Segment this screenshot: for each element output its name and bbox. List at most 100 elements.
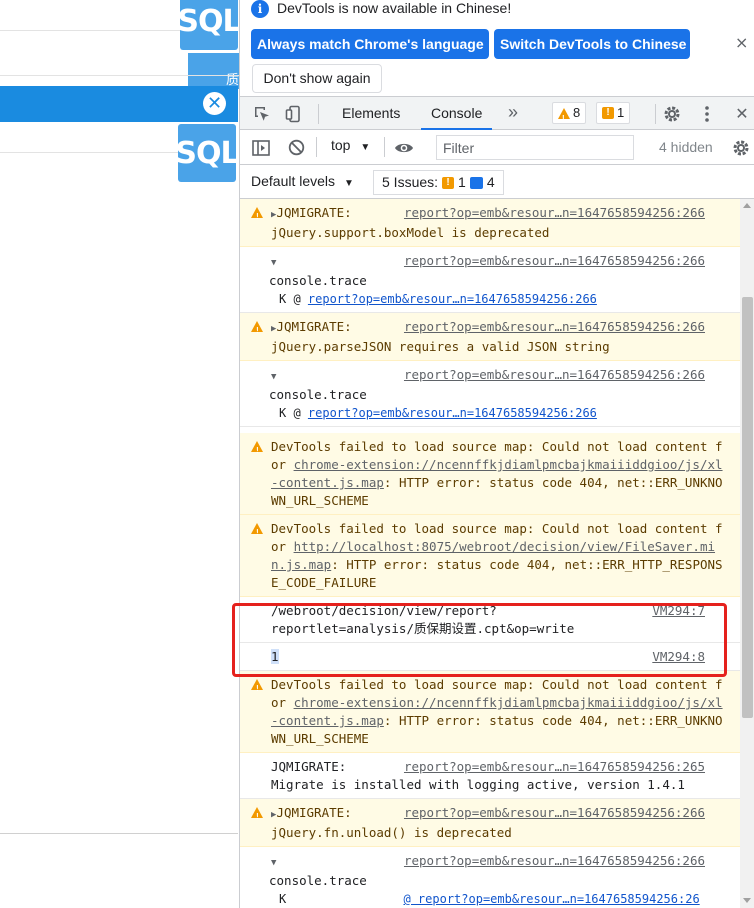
device-toolbar-icon[interactable] [282,97,306,130]
warnings-count: 8 [573,105,581,120]
console-toolbar: top ▼ 4 hidden [240,130,754,165]
clear-console-icon[interactable] [285,130,307,165]
separator [384,137,385,157]
source-link[interactable]: report?op=emb&resour…n=1647658594256:266 [404,366,705,384]
background-page: SQL 质 ✕ SQL [0,0,240,908]
console-warning[interactable]: DevTools failed to load source map: Coul… [240,515,740,597]
source-link[interactable]: VM294:7 [652,602,705,620]
console-warning[interactable]: ▶JQMIGRATE: report?op=emb&resour…n=16476… [240,199,740,247]
log-levels-label: Default levels [251,173,336,189]
more-options-icon[interactable] [695,97,719,130]
console-warning[interactable]: DevTools failed to load source map: Coul… [240,433,740,515]
stack-frame-link[interactable]: @ report?op=emb&resour…n=1647658594256:2… [403,892,699,906]
console-warning[interactable]: ▶JQMIGRATE: report?op=emb&resour…n=16476… [240,799,740,847]
console-log[interactable]: VM294:8 1 [240,643,740,671]
stack-frame-link[interactable]: report?op=emb&resour…n=1647658594256:266 [308,292,597,306]
collapse-triangle-icon[interactable]: ▼ [271,372,276,382]
issues-count: 1 [617,105,625,120]
dropdown-arrow-icon: ▼ [343,178,354,189]
context-value: top [331,137,351,153]
tab-console[interactable]: Console [421,97,493,130]
source-link[interactable]: report?op=emb&resour…n=1647658594256:266 [404,252,705,270]
log-levels-dropdown[interactable]: Default levels ▼ [251,173,354,189]
match-language-button[interactable]: Always match Chrome's language [251,29,489,59]
switch-to-chinese-button[interactable]: Switch DevTools to Chinese [494,29,690,59]
console-log[interactable]: report?op=emb&resour…n=1647658594256:265… [240,753,740,799]
sql-icon[interactable]: SQL [177,0,240,50]
info-issues-count: 4 [486,174,495,190]
warning-icon [251,679,263,698]
issues-badge[interactable]: ! 1 [596,102,631,124]
console-trace[interactable]: ▼ report?op=emb&resour…n=1647658594256:2… [240,847,740,908]
console-trace[interactable]: ▼ report?op=emb&resour…n=1647658594256:2… [240,361,740,427]
hidden-messages-count: 4 hidden [659,139,713,155]
message-prefix: JQMIGRATE: [276,805,352,820]
separator [655,104,656,124]
stack-frame-link[interactable]: report?op=emb&resour…n=1647658594256:266 [308,406,597,420]
collapse-triangle-icon[interactable]: ▼ [271,258,276,268]
separator [316,137,317,157]
dialog-close-icon[interactable]: ✕ [203,92,226,115]
side-tab[interactable]: 质 [188,53,240,89]
sidebar-toggle-icon[interactable] [250,130,272,165]
collapse-triangle-icon[interactable]: ▼ [271,858,276,868]
language-infobar: i DevTools is now available in Chinese! … [240,0,754,97]
dialog-bottom-edge [0,833,238,834]
sql-icon[interactable]: SQL [175,124,240,182]
source-link[interactable]: report?op=emb&resour…n=1647658594256:266 [404,318,705,336]
dont-show-again-button[interactable]: Don't show again [252,64,382,93]
source-link[interactable]: VM294:8 [652,648,705,666]
dropdown-arrow-icon: ▼ [360,142,371,153]
console-messages[interactable]: ▶JQMIGRATE: report?op=emb&resour…n=16476… [240,199,740,908]
message-text: jQuery.parseJSON requires a valid JSON s… [271,339,610,354]
issue-icon: ! [602,107,614,119]
stack-frame-fn: K @ [279,292,308,306]
tab-elements[interactable]: Elements [332,97,410,130]
message-text: jQuery.fn.unload() is deprecated [271,825,512,840]
message-text: jQuery.support.boxModel is deprecated [271,225,550,240]
message-prefix: JQMIGRATE: [276,319,352,334]
divider [0,152,178,153]
info-icon: i [251,0,269,18]
source-link[interactable]: report?op=emb&resour…n=1647658594256:265 [404,758,705,776]
infobar-close-icon[interactable]: × [735,33,748,52]
context-selector[interactable]: top ▼ [331,137,370,153]
issues-label: 5 Issues: [382,174,439,190]
scroll-down-icon[interactable] [743,898,751,903]
warning-issue-icon: ! [442,176,455,189]
divider [0,75,240,76]
console-trace[interactable]: ▼ report?op=emb&resour…n=1647658594256:2… [240,247,740,313]
live-expression-eye-icon[interactable] [392,130,416,165]
more-tabs-icon[interactable]: » [508,97,518,130]
console-warning[interactable]: ▶JQMIGRATE: report?op=emb&resour…n=16476… [240,313,740,361]
devtools-panel: i DevTools is now available in Chinese! … [239,0,754,908]
filter-input[interactable] [436,135,634,160]
console-settings-gear-icon[interactable] [729,130,753,165]
source-link[interactable]: report?op=emb&resour…n=1647658594256:266 [404,852,705,870]
inspect-element-icon[interactable] [250,97,274,130]
info-issue-icon [469,176,483,189]
warning-icon [251,523,263,542]
warnings-badge[interactable]: 8 [552,102,587,129]
warning-icon [558,107,570,129]
separator [318,104,319,124]
issues-button[interactable]: 5 Issues: ! 1 4 [373,170,504,195]
infobar-message: DevTools is now available in Chinese! [277,0,512,16]
scroll-up-icon[interactable] [743,203,751,208]
warning-icon [251,321,263,340]
warning-issues-count: 1 [458,174,466,190]
message-text: console.trace [269,873,367,888]
console-log[interactable]: VM294:7 /webroot/decision/view/report? r… [240,597,740,643]
message-text: console.trace [269,273,367,288]
source-link[interactable]: report?op=emb&resour…n=1647658594256:266 [404,204,705,222]
console-warning[interactable]: DevTools failed to load source map: Coul… [240,671,740,753]
message-text: 1 [271,649,279,664]
stack-frame-fn: K @ [279,406,308,420]
warning-icon [251,207,263,226]
console-toolbar-levels: Default levels ▼ 5 Issues: ! 1 4 [240,165,754,199]
scrollbar-thumb[interactable] [742,297,753,718]
close-devtools-icon[interactable]: ✕ [730,97,754,130]
warning-icon [251,441,263,460]
settings-gear-icon[interactable] [660,97,684,130]
source-link[interactable]: report?op=emb&resour…n=1647658594256:266 [404,804,705,822]
